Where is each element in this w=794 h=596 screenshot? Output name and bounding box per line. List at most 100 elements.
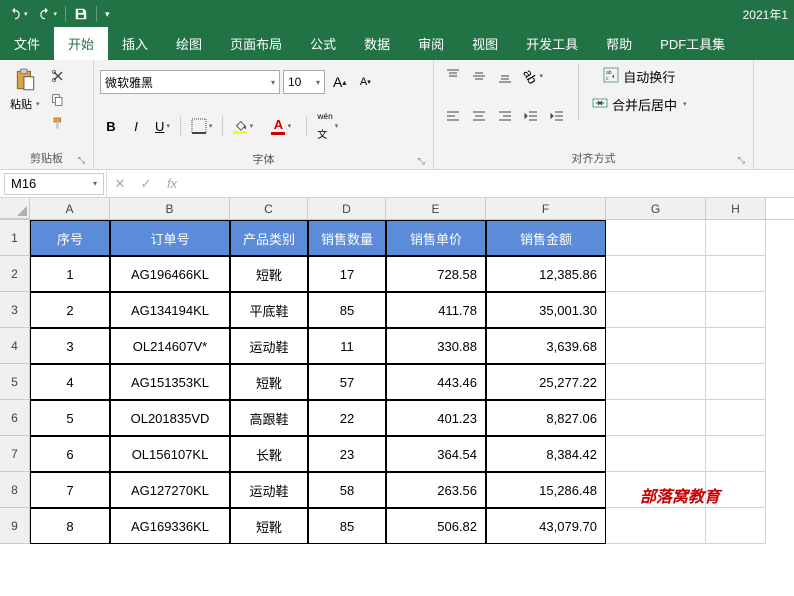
cell[interactable]: 5	[30, 400, 110, 436]
cell[interactable]: 订单号	[110, 220, 230, 256]
align-center-button[interactable]	[466, 104, 492, 128]
cell[interactable]: 长靴	[230, 436, 308, 472]
cell[interactable]: 401.23	[386, 400, 486, 436]
cell[interactable]: 330.88	[386, 328, 486, 364]
cell[interactable]: 序号	[30, 220, 110, 256]
cell[interactable]: 58	[308, 472, 386, 508]
alignment-launcher[interactable]: ⤡	[738, 155, 745, 166]
cell[interactable]	[606, 292, 706, 328]
cell[interactable]: 4	[30, 364, 110, 400]
row-header[interactable]: 3	[0, 292, 30, 328]
cell[interactable]: 销售数量	[308, 220, 386, 256]
cell[interactable]: AG196466KL	[110, 256, 230, 292]
cell[interactable]: 85	[308, 508, 386, 544]
orientation-button[interactable]: ab▾	[518, 64, 548, 88]
cell[interactable]	[706, 328, 766, 364]
decrease-indent-button[interactable]	[518, 104, 544, 128]
cell[interactable]: OL156107KL	[110, 436, 230, 472]
font-name-combo[interactable]: 微软雅黑▾	[100, 70, 280, 94]
cell[interactable]: 7	[30, 472, 110, 508]
cell[interactable]: 364.54	[386, 436, 486, 472]
cell[interactable]	[606, 364, 706, 400]
clipboard-launcher[interactable]: ⤡	[78, 155, 85, 166]
tab-home[interactable]: 开始	[54, 27, 108, 60]
cell[interactable]: OL201835VD	[110, 400, 230, 436]
align-right-button[interactable]	[492, 104, 518, 128]
tab-developer[interactable]: 开发工具	[512, 27, 592, 60]
cell[interactable]: 15,286.48	[486, 472, 606, 508]
tab-pdf[interactable]: PDF工具集	[646, 27, 739, 60]
underline-button[interactable]: U▾	[150, 114, 175, 138]
italic-button[interactable]: I	[125, 114, 147, 138]
cell[interactable]	[706, 364, 766, 400]
cell[interactable]: 43,079.70	[486, 508, 606, 544]
cell[interactable]: AG151353KL	[110, 364, 230, 400]
cell[interactable]: 25,277.22	[486, 364, 606, 400]
cell[interactable]	[606, 328, 706, 364]
cell[interactable]: 443.46	[386, 364, 486, 400]
row-header[interactable]: 6	[0, 400, 30, 436]
copy-button[interactable]	[48, 90, 68, 110]
cell[interactable]: 263.56	[386, 472, 486, 508]
cell[interactable]: 3	[30, 328, 110, 364]
cell[interactable]: 短靴	[230, 256, 308, 292]
cell[interactable]: 11	[308, 328, 386, 364]
row-header[interactable]: 5	[0, 364, 30, 400]
decrease-font-button[interactable]: A▾	[354, 70, 376, 94]
qat-customize[interactable]: ▾	[103, 7, 112, 22]
cell[interactable]: 平底鞋	[230, 292, 308, 328]
col-header[interactable]: C	[230, 198, 308, 219]
col-header[interactable]: H	[706, 198, 766, 219]
formula-input[interactable]	[185, 170, 794, 197]
redo-button[interactable]: ▾	[36, 5, 60, 23]
tab-help[interactable]: 帮助	[592, 27, 646, 60]
select-all-button[interactable]	[0, 198, 30, 219]
align-bottom-button[interactable]	[492, 64, 518, 88]
tab-formulas[interactable]: 公式	[296, 27, 350, 60]
font-size-combo[interactable]: 10▾	[283, 70, 325, 94]
cell[interactable]	[606, 220, 706, 256]
tab-view[interactable]: 视图	[458, 27, 512, 60]
tab-file[interactable]: 文件	[0, 27, 54, 60]
row-header[interactable]: 1	[0, 220, 30, 256]
cell[interactable]: AG127270KL	[110, 472, 230, 508]
cell[interactable]: 728.58	[386, 256, 486, 292]
border-button[interactable]: ▾	[186, 114, 218, 138]
align-left-button[interactable]	[440, 104, 466, 128]
align-top-button[interactable]	[440, 64, 466, 88]
cell[interactable]	[706, 292, 766, 328]
cell[interactable]: 17	[308, 256, 386, 292]
col-header[interactable]: E	[386, 198, 486, 219]
save-button[interactable]	[72, 5, 90, 23]
tab-draw[interactable]: 绘图	[162, 27, 216, 60]
paste-button[interactable]: 粘贴▾	[6, 64, 44, 114]
cell[interactable]: AG134194KL	[110, 292, 230, 328]
increase-font-button[interactable]: A▴	[328, 70, 351, 94]
cell[interactable]: 短靴	[230, 364, 308, 400]
fill-color-button[interactable]: ▾	[228, 114, 252, 138]
font-launcher[interactable]: ⤡	[418, 156, 425, 167]
col-header[interactable]: F	[486, 198, 606, 219]
row-header[interactable]: 8	[0, 472, 30, 508]
cell[interactable]: 3,639.68	[486, 328, 606, 364]
cell[interactable]: 6	[30, 436, 110, 472]
cell[interactable]: 1	[30, 256, 110, 292]
cell[interactable]: 产品类别	[230, 220, 308, 256]
cell[interactable]	[606, 436, 706, 472]
cell[interactable]: 23	[308, 436, 386, 472]
cell[interactable]: 12,385.86	[486, 256, 606, 292]
cell[interactable]: 运动鞋	[230, 328, 308, 364]
col-header[interactable]: G	[606, 198, 706, 219]
cell[interactable]	[706, 400, 766, 436]
cell[interactable]: 销售金额	[486, 220, 606, 256]
fx-cancel[interactable]: ✕	[107, 176, 133, 192]
cut-button[interactable]	[48, 66, 68, 86]
cell[interactable]: 8	[30, 508, 110, 544]
cell[interactable]: 销售单价	[386, 220, 486, 256]
name-box[interactable]: M16▾	[4, 173, 104, 195]
cell[interactable]	[606, 256, 706, 292]
cell[interactable]: 57	[308, 364, 386, 400]
tab-insert[interactable]: 插入	[108, 27, 162, 60]
cell[interactable]: OL214607V*	[110, 328, 230, 364]
cell[interactable]: 506.82	[386, 508, 486, 544]
